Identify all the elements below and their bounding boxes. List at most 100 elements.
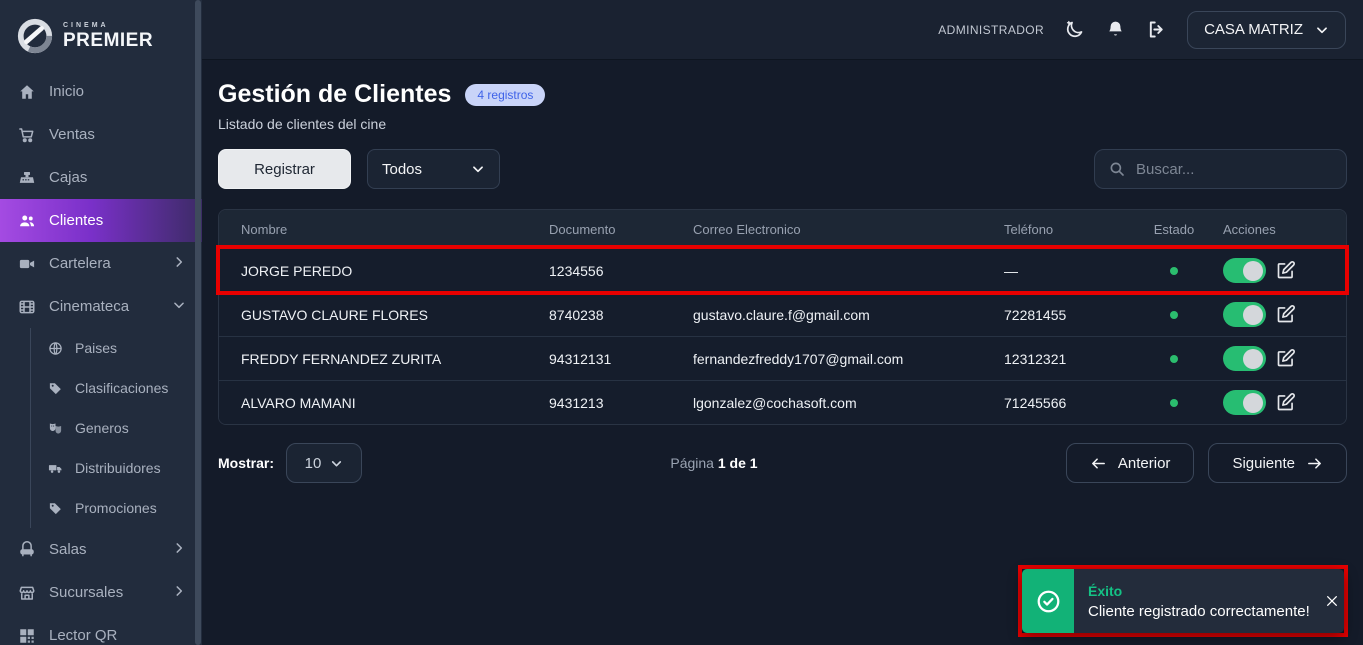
- edit-client-button[interactable]: [1275, 260, 1296, 281]
- sidebar-item-clientes[interactable]: Clientes: [0, 199, 202, 242]
- cell-telefono: 72281455: [1004, 307, 1134, 323]
- cell-correo: lgonzalez@cochasoft.com: [693, 395, 1004, 411]
- notifications-button[interactable]: [1105, 19, 1126, 40]
- status-active-dot: [1170, 311, 1178, 319]
- sidebar: CINEMA PREMIER Inicio Ventas Cajas Clien…: [0, 0, 202, 645]
- page-size-label: Mostrar:: [218, 455, 274, 471]
- branch-label: CASA MATRIZ: [1204, 21, 1303, 38]
- status-filter-select[interactable]: Todos: [367, 149, 500, 189]
- brand-premier-label: PREMIER: [63, 31, 153, 50]
- logout-icon: [1146, 19, 1167, 40]
- toast-close-button[interactable]: [1322, 569, 1344, 633]
- cell-correo: fernandezfreddy1707@gmail.com: [693, 351, 1004, 367]
- sidebar-item-cajas[interactable]: Cajas: [0, 156, 202, 199]
- sidebar-item-cartelera[interactable]: Cartelera: [0, 242, 202, 285]
- cell-documento: 94312131: [549, 351, 693, 367]
- register-button[interactable]: Registrar: [218, 149, 351, 189]
- sidebar-subitem-generos[interactable]: Generos: [31, 408, 202, 448]
- toggle-knob: [1243, 349, 1263, 369]
- table-row[interactable]: ALVARO MAMANI 9431213 lgonzalez@cochasof…: [219, 380, 1346, 424]
- main-area: ADMINISTRADOR CASA MATRIZ Gestión de Cli…: [202, 0, 1363, 645]
- edit-client-button[interactable]: [1275, 304, 1296, 325]
- chevron-down-icon: [1315, 23, 1329, 37]
- next-label: Siguiente: [1232, 455, 1295, 472]
- records-count-badge: 4 registros: [465, 84, 545, 106]
- cell-acciones: [1214, 390, 1346, 415]
- status-toggle[interactable]: [1223, 390, 1266, 415]
- edit-pencil-icon: [1275, 304, 1296, 325]
- brand-text: CINEMA PREMIER: [63, 22, 153, 50]
- table-row[interactable]: JORGE PEREDO 1234556 —: [219, 248, 1346, 292]
- theater-masks-icon: [48, 421, 63, 436]
- sidebar-item-inicio[interactable]: Inicio: [0, 70, 202, 113]
- dark-mode-toggle-button[interactable]: [1064, 19, 1085, 40]
- edit-client-button[interactable]: [1275, 348, 1296, 369]
- edit-client-button[interactable]: [1275, 392, 1296, 413]
- sidebar-item-cinemateca[interactable]: Cinemateca: [0, 285, 202, 328]
- table-header-row: Nombre Documento Correo Electronico Telé…: [219, 210, 1346, 248]
- column-header-documento: Documento: [549, 222, 693, 237]
- status-toggle[interactable]: [1223, 302, 1266, 327]
- close-icon: [1324, 593, 1340, 609]
- table-row[interactable]: GUSTAVO CLAURE FLORES 8740238 gustavo.cl…: [219, 292, 1346, 336]
- clients-page: Gestión de Clientes 4 registros Listado …: [202, 60, 1363, 483]
- film-icon: [18, 298, 36, 316]
- cell-correo: gustavo.claure.f@gmail.com: [693, 307, 1004, 323]
- edit-pencil-icon: [1275, 260, 1296, 281]
- qr-code-icon: [18, 627, 36, 645]
- previous-page-button[interactable]: Anterior: [1066, 443, 1195, 483]
- logout-button[interactable]: [1146, 19, 1167, 40]
- page-header: Gestión de Clientes 4 registros: [218, 80, 1347, 109]
- cell-acciones: [1214, 346, 1346, 371]
- status-active-dot: [1170, 267, 1178, 275]
- sidebar-item-lector-qr[interactable]: Lector QR: [0, 614, 202, 645]
- clients-table: Nombre Documento Correo Electronico Telé…: [218, 209, 1347, 425]
- column-header-correo: Correo Electronico: [693, 222, 1004, 237]
- cell-documento: 8740238: [549, 307, 693, 323]
- status-toggle[interactable]: [1223, 346, 1266, 371]
- branch-selector[interactable]: CASA MATRIZ: [1187, 11, 1346, 49]
- sidebar-scrollbar[interactable]: [195, 0, 201, 645]
- status-toggle[interactable]: [1223, 258, 1266, 283]
- search-icon: [1108, 160, 1126, 178]
- edit-pencil-icon: [1275, 348, 1296, 369]
- cinema-premier-logo-icon: [16, 17, 54, 55]
- column-header-acciones: Acciones: [1214, 222, 1346, 237]
- cart-icon: [18, 126, 36, 144]
- sidebar-item-label: Salas: [49, 541, 87, 558]
- toast-body: Éxito Cliente registrado correctamente!: [1074, 569, 1322, 633]
- sidebar-item-sucursales[interactable]: Sucursales: [0, 571, 202, 614]
- cinemateca-submenu: Paises Clasificaciones Generos Distribui…: [30, 328, 202, 528]
- topbar: ADMINISTRADOR CASA MATRIZ: [202, 0, 1363, 60]
- table-row[interactable]: FREDDY FERNANDEZ ZURITA 94312131 fernand…: [219, 336, 1346, 380]
- toggle-knob: [1243, 393, 1263, 413]
- sidebar-subitem-clasificaciones[interactable]: Clasificaciones: [31, 368, 202, 408]
- sidebar-subitem-distribuidores[interactable]: Distribuidores: [31, 448, 202, 488]
- page-size-value: 10: [305, 455, 322, 472]
- brand-cinema-label: CINEMA: [63, 22, 153, 29]
- cell-estado: [1134, 355, 1214, 363]
- search-input[interactable]: [1136, 161, 1335, 178]
- home-icon: [18, 83, 36, 101]
- sidebar-item-ventas[interactable]: Ventas: [0, 113, 202, 156]
- chevron-right-icon: [172, 584, 186, 602]
- sidebar-subitem-promociones[interactable]: Promociones: [31, 488, 202, 528]
- sidebar-subitem-paises[interactable]: Paises: [31, 328, 202, 368]
- sidebar-item-label: Inicio: [49, 83, 84, 100]
- page-size-select[interactable]: 10: [286, 443, 362, 483]
- arrow-right-icon: [1306, 455, 1323, 472]
- toast-title: Éxito: [1088, 583, 1310, 599]
- status-active-dot: [1170, 355, 1178, 363]
- user-role-label: ADMINISTRADOR: [938, 23, 1044, 37]
- status-filter-value: Todos: [382, 161, 422, 178]
- chevron-down-icon: [471, 162, 485, 176]
- sidebar-item-label: Ventas: [49, 126, 95, 143]
- next-page-button[interactable]: Siguiente: [1208, 443, 1347, 483]
- page-indicator: Página 1 de 1: [362, 455, 1066, 471]
- sidebar-item-salas[interactable]: Salas: [0, 528, 202, 571]
- sidebar-subitem-label: Promociones: [75, 500, 157, 516]
- sidebar-item-label: Sucursales: [49, 584, 123, 601]
- sidebar-item-label: Lector QR: [49, 627, 117, 644]
- tag-icon: [48, 381, 63, 396]
- toggle-knob: [1243, 261, 1263, 281]
